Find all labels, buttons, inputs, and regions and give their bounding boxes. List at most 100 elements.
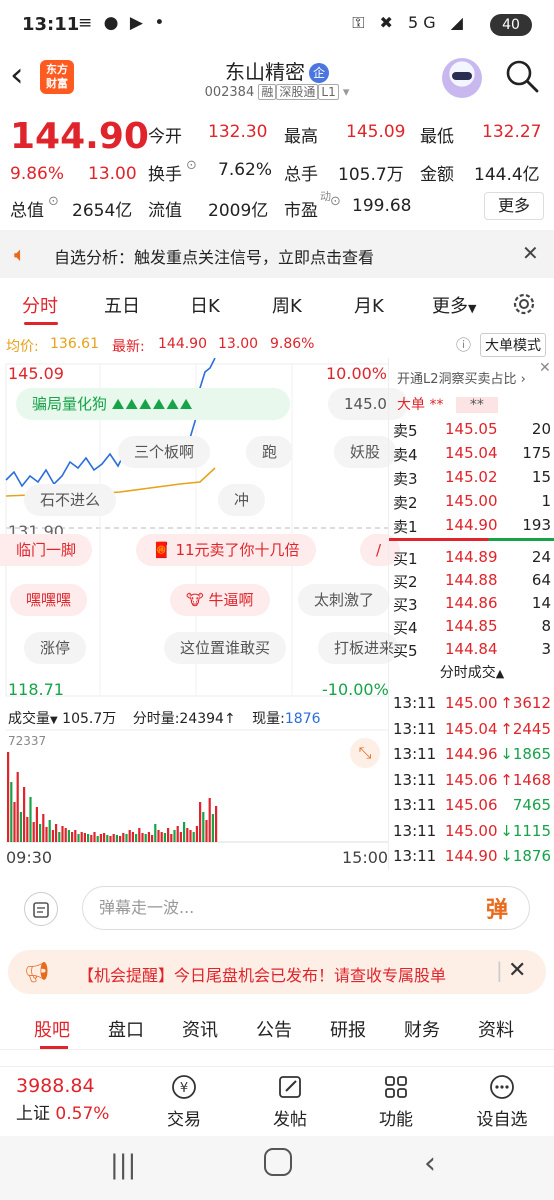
danmu-bubble[interactable]: 石不进么	[24, 484, 117, 516]
close-icon[interactable]: ✕	[522, 241, 539, 265]
danmu-bubble[interactable]: 跑	[246, 436, 294, 468]
expand-icon[interactable]: ⤡	[350, 738, 380, 768]
bid-level-label: 买5	[393, 642, 418, 660]
promo-text[interactable]: 【机会提醒】今日尾盘机会已发布！请查收专属股单	[78, 962, 498, 986]
danmu-bubble[interactable]: 嘿嘿嘿	[10, 584, 88, 616]
bid-price: 144.86	[445, 594, 498, 612]
tab-finance[interactable]: 财务	[404, 1016, 440, 1042]
index-widget[interactable]: 3988.84 上证 0.57%	[16, 1075, 136, 1124]
post-button[interactable]: 发帖	[250, 1073, 330, 1130]
tab-weekly-k[interactable]: 周K	[272, 292, 302, 318]
volume-bar	[87, 834, 90, 842]
add-watchlist-button[interactable]: 设自选	[462, 1073, 542, 1130]
search-icon[interactable]	[504, 58, 540, 94]
volume-bar	[208, 798, 211, 842]
promo-banner[interactable]: 📢︎ 【机会提醒】今日尾盘机会已发布！请查收专属股单 | ✕	[8, 950, 546, 994]
functions-button[interactable]: 功能	[356, 1073, 436, 1130]
big-order-hidden-2: **	[455, 397, 498, 413]
arrow-up-icon: ↑	[223, 711, 236, 727]
danmu-bubble[interactable]: 这位置谁敢买	[164, 632, 287, 664]
volume-bar	[135, 834, 138, 842]
trade-price: 145.00	[445, 821, 498, 840]
ask-row[interactable]: 卖4 145.04 175	[389, 444, 554, 466]
danmu-bubble[interactable]: 冲	[218, 484, 266, 516]
tab-monthly-k[interactable]: 月K	[354, 292, 384, 318]
bid-row[interactable]: 买5 144.84 3	[389, 640, 554, 662]
trade-time: 13:11	[393, 770, 437, 789]
bid-row[interactable]: 买3 144.86 14	[389, 594, 554, 616]
float-cap-value: 2009亿	[208, 201, 269, 221]
quote-panel: 144.90 9.86% 13.00 今开 132.30 最高 145.09 最…	[0, 112, 554, 226]
ask-row[interactable]: 卖2 145.00 1	[389, 492, 554, 514]
trade-button[interactable]: ¥ 交易	[144, 1073, 224, 1130]
home-icon[interactable]	[264, 1148, 292, 1176]
info-icon[interactable]: ⊙	[48, 194, 59, 209]
help-icon[interactable]: ⓘ	[456, 334, 471, 355]
index-value: 3988.84	[16, 1075, 95, 1097]
tab-orderbook[interactable]: 盘口	[108, 1016, 144, 1042]
ask-volume: 1	[541, 492, 551, 510]
tab-research[interactable]: 研报	[330, 1016, 366, 1042]
danmu-input[interactable]: 弹幕走一波...	[82, 886, 530, 930]
yen-icon: ¥	[172, 1075, 196, 1099]
info-icon[interactable]: ⊙	[186, 158, 197, 173]
tab-announcements[interactable]: 公告	[256, 1016, 292, 1042]
chart-bottom-percent: -10.00%	[322, 680, 389, 699]
gear-icon[interactable]	[510, 290, 538, 318]
trades-header[interactable]: 分时成交▲	[389, 662, 554, 682]
ask-row[interactable]: 卖5 145.05 20	[389, 420, 554, 442]
tab-daily-k[interactable]: 日K	[190, 292, 220, 318]
svg-text:¥: ¥	[180, 1081, 188, 1096]
close-icon[interactable]: ✕	[539, 360, 551, 376]
tab-more[interactable]: 更多▼	[432, 292, 476, 318]
danmu-bubble[interactable]: 🐮 牛逼啊	[170, 584, 270, 616]
stock-code: 002384	[204, 85, 255, 100]
danmu-bubble[interactable]: 三个板啊	[118, 436, 211, 468]
volume-bar	[42, 814, 45, 842]
danmu-send-button[interactable]: 弹	[486, 892, 520, 926]
tab-five-day[interactable]: 五日	[104, 292, 140, 318]
speaker-icon: 🔈︎	[14, 242, 26, 266]
recent-apps-icon[interactable]: |||	[110, 1150, 136, 1180]
danmu-bubble[interactable]: 临门一脚	[0, 534, 93, 566]
intraday-chart[interactable]: 145.09 10.00% 131.90 118.71 -10.00% 骗局量化…	[0, 358, 408, 870]
l2-upsell[interactable]: 开通L2洞察买卖占比 ›	[397, 368, 526, 387]
back-icon[interactable]: ‹	[424, 1146, 436, 1181]
info-icon[interactable]: ⊙	[330, 194, 341, 209]
ask-row[interactable]: 卖3 145.02 15	[389, 468, 554, 490]
latest-percent: 9.86%	[270, 336, 315, 352]
volume-bar	[160, 832, 163, 842]
index-name: 上证	[16, 1104, 50, 1124]
bid-level-label: 买1	[393, 550, 418, 568]
danmu-bubble[interactable]: 妖股	[334, 436, 397, 468]
danmu-bubble[interactable]: 涨停	[24, 632, 87, 664]
danmu-text: 石不进么	[40, 491, 101, 509]
danmu-bubble[interactable]: 太刺激了	[298, 584, 391, 616]
big-order-mode-button[interactable]: 大单模式	[480, 333, 546, 357]
danmu-bubble[interactable]: 🧧 11元卖了你十几倍	[136, 534, 316, 566]
bid-row[interactable]: 买4 144.85 8	[389, 617, 554, 639]
trade-price: 145.04	[445, 719, 498, 738]
change-amount: 13.00	[88, 164, 137, 184]
bid-row[interactable]: 买2 144.88 64	[389, 571, 554, 593]
bid-row[interactable]: 买1 144.89 24	[389, 548, 554, 570]
danmu-bubble[interactable]: 打板进来	[318, 632, 398, 664]
tab-profile[interactable]: 资料	[478, 1016, 514, 1042]
ask-level-label: 卖2	[393, 494, 418, 512]
notice-bar[interactable]: 🔈︎ 自选分析：触发重点关注信号，立即点击查看 ✕	[0, 230, 554, 278]
assistant-robot-icon[interactable]	[442, 58, 482, 98]
tab-intraday[interactable]: 分时	[22, 292, 58, 318]
notification-icons: ≡ ● ▶ •	[78, 13, 168, 33]
triangle-up-icon: ▲	[495, 667, 505, 680]
note-icon[interactable]	[24, 892, 58, 926]
danmu-text: 这位置谁敢买	[180, 639, 271, 657]
tab-news[interactable]: 资讯	[182, 1016, 218, 1042]
volume-total: 105.7万	[62, 711, 117, 727]
more-button[interactable]: 更多	[484, 192, 544, 220]
notice-text[interactable]: 自选分析：触发重点关注信号，立即点击查看	[54, 244, 374, 268]
ask-row[interactable]: 卖1 144.90 193	[389, 516, 554, 538]
danmu-bubble[interactable]: 骗局量化狗 ⛰⛰⛰⛰⛰⛰	[16, 388, 290, 420]
tab-forum[interactable]: 股吧	[34, 1016, 70, 1042]
close-icon[interactable]: ✕	[508, 958, 526, 983]
volume-label[interactable]: 成交量	[8, 711, 50, 727]
